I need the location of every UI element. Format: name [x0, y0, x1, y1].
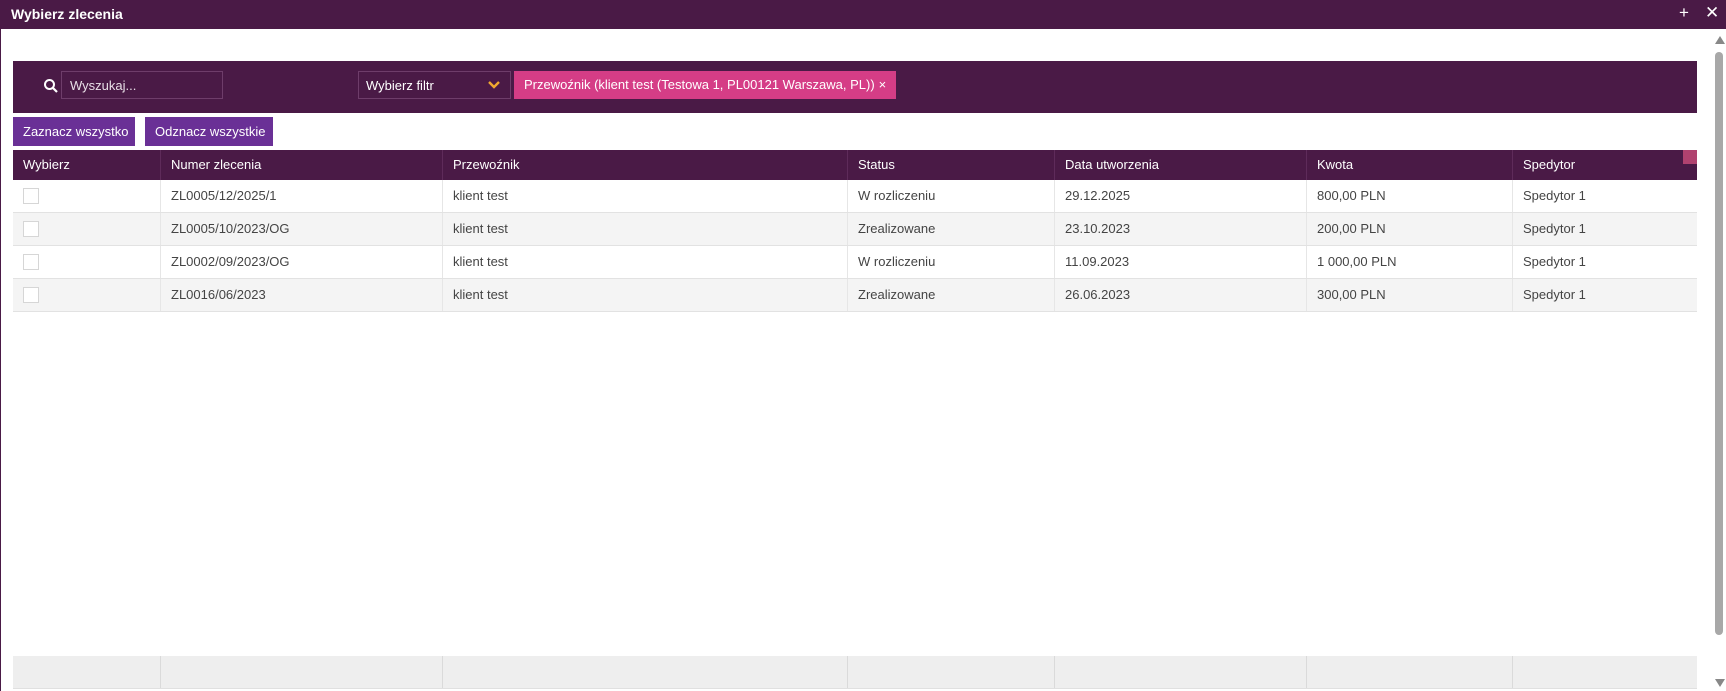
forwarder: Spedytor 1 — [1523, 221, 1586, 236]
column-header-forwarder[interactable]: Spedytor — [1513, 150, 1697, 180]
row-checkbox[interactable] — [23, 253, 39, 270]
grid-body: ZL0005/12/2025/1 klient test W rozliczen… — [13, 180, 1697, 312]
created-date: 29.12.2025 — [1055, 180, 1307, 212]
order-number: ZL0005/10/2023/OG — [161, 213, 443, 245]
active-filter-chip[interactable]: Przewoźnik (klient test (Testowa 1, PL00… — [514, 71, 897, 99]
table-row[interactable]: ZL0005/10/2023/OG klient test Zrealizowa… — [13, 213, 1697, 246]
filter-select-label: Wybierz filtr — [366, 78, 434, 93]
scroll-up-icon[interactable] — [1715, 36, 1725, 44]
created-date: 23.10.2023 — [1055, 213, 1307, 245]
row-checkbox[interactable] — [23, 187, 39, 204]
column-header-carrier[interactable]: Przewoźnik — [443, 150, 848, 180]
window-titlebar: Wybierz zlecenia + ✕ — [0, 0, 1726, 29]
footer-cell — [161, 656, 443, 688]
unselect-all-button[interactable]: Odznacz wszystkie — [145, 117, 273, 146]
footer-cell — [848, 656, 1055, 688]
grid-header: Wybierz Numer zlecenia Przewoźnik Status… — [13, 150, 1697, 180]
footer-cell — [1307, 656, 1513, 688]
created-date: 11.09.2023 — [1055, 246, 1307, 278]
amount: 1 000,00 PLN — [1307, 246, 1513, 278]
vertical-scrollbar[interactable] — [1713, 34, 1726, 691]
status: Zrealizowane — [848, 279, 1055, 311]
table-row[interactable]: ZL0016/06/2023 klient test Zrealizowane … — [13, 279, 1697, 312]
table-row[interactable]: ZL0002/09/2023/OG klient test W rozlicze… — [13, 246, 1697, 279]
carrier: klient test — [443, 246, 848, 278]
amount: 200,00 PLN — [1307, 213, 1513, 245]
order-number: ZL0016/06/2023 — [161, 279, 443, 311]
active-filter-label: Przewoźnik (klient test (Testowa 1, PL00… — [524, 77, 875, 92]
gear-icon[interactable] — [1683, 150, 1697, 164]
close-icon[interactable]: ✕ — [1705, 4, 1719, 22]
column-header-created[interactable]: Data utworzenia — [1055, 150, 1307, 180]
status: W rozliczeniu — [848, 246, 1055, 278]
footer-cell — [1513, 656, 1697, 688]
row-checkbox[interactable] — [23, 286, 39, 303]
plus-icon[interactable]: + — [1679, 4, 1689, 22]
filter-toolbar: Wybierz filtr Przewoźnik (klient test (T… — [13, 61, 1697, 113]
forwarder: Spedytor 1 — [1523, 254, 1586, 269]
search-input[interactable] — [61, 71, 223, 99]
order-number: ZL0005/12/2025/1 — [161, 180, 443, 212]
created-date: 26.06.2023 — [1055, 279, 1307, 311]
column-header-select[interactable]: Wybierz — [13, 150, 161, 180]
carrier: klient test — [443, 213, 848, 245]
amount: 800,00 PLN — [1307, 180, 1513, 212]
remove-filter-icon[interactable]: × — [879, 77, 887, 92]
grid-footer — [13, 656, 1697, 689]
chevron-down-icon — [488, 81, 500, 89]
orders-grid: Wybierz Numer zlecenia Przewoźnik Status… — [13, 150, 1697, 312]
footer-cell — [13, 656, 161, 688]
carrier: klient test — [443, 180, 848, 212]
search-icon — [44, 79, 58, 93]
footer-cell — [443, 656, 848, 688]
amount: 300,00 PLN — [1307, 279, 1513, 311]
scroll-down-icon[interactable] — [1715, 679, 1725, 687]
status: Zrealizowane — [848, 213, 1055, 245]
column-header-number[interactable]: Numer zlecenia — [161, 150, 443, 180]
forwarder: Spedytor 1 — [1523, 188, 1586, 203]
table-row[interactable]: ZL0005/12/2025/1 klient test W rozliczen… — [13, 180, 1697, 213]
carrier: klient test — [443, 279, 848, 311]
row-checkbox[interactable] — [23, 220, 39, 237]
column-header-status[interactable]: Status — [848, 150, 1055, 180]
order-number: ZL0002/09/2023/OG — [161, 246, 443, 278]
scroll-thumb[interactable] — [1715, 52, 1723, 635]
window-title: Wybierz zlecenia — [11, 6, 123, 22]
window-border — [0, 29, 1, 691]
select-all-button[interactable]: Zaznacz wszystko — [13, 117, 135, 146]
column-header-amount[interactable]: Kwota — [1307, 150, 1513, 180]
status: W rozliczeniu — [848, 180, 1055, 212]
forwarder: Spedytor 1 — [1523, 287, 1586, 302]
footer-cell — [1055, 656, 1307, 688]
filter-select[interactable]: Wybierz filtr — [358, 71, 511, 99]
